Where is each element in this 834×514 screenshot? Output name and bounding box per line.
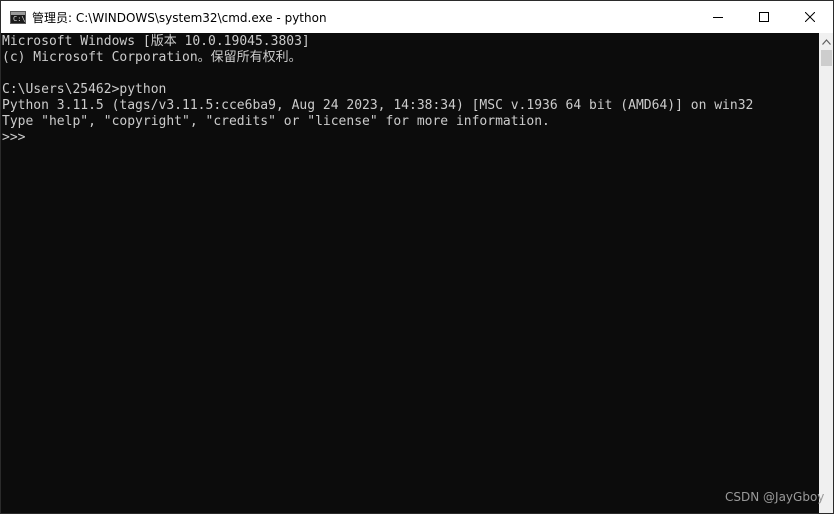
maximize-button[interactable] [741,1,787,33]
console-line: Microsoft Windows [版本 10.0.19045.3803] [2,34,310,49]
console-line: Type "help", "copyright", "credits" or "… [2,114,550,129]
watermark: CSDN @JayGboy [725,490,825,504]
scroll-thumb[interactable] [821,50,832,66]
vertical-scrollbar[interactable] [819,33,833,513]
maximize-icon [759,12,769,22]
console-line: Python 3.11.5 (tags/v3.11.5:cce6ba9, Aug… [2,98,754,113]
console-line: (c) Microsoft Corporation。保留所有权利。 [2,50,302,65]
minimize-icon [713,17,723,18]
window-controls [695,1,833,33]
console-output[interactable]: Microsoft Windows [版本 10.0.19045.3803] (… [1,33,819,513]
window-title: 管理员: C:\WINDOWS\system32\cmd.exe - pytho… [32,10,327,25]
chevron-up-icon [822,38,831,45]
minimize-button[interactable] [695,1,741,33]
scroll-up-button[interactable] [819,33,833,50]
console-prompt[interactable]: >>> [2,130,819,146]
cmd-app-icon[interactable]: C:\ [10,10,26,24]
close-button[interactable] [787,1,833,33]
console-line: C:\Users\25462>python [2,82,167,97]
close-icon [805,12,815,22]
app-icon-text: C:\ [13,14,26,23]
title-bar[interactable]: C:\ 管理员: C:\WINDOWS\system32\cmd.exe - p… [1,1,833,33]
cmd-window: C:\ 管理员: C:\WINDOWS\system32\cmd.exe - p… [0,0,834,514]
